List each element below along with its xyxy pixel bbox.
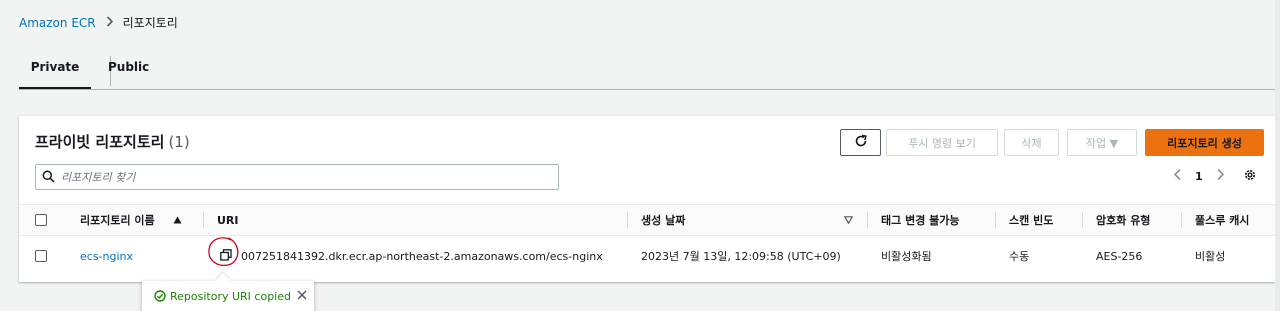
row-checkbox-cell: [35, 236, 47, 276]
tab-bar: Private Public: [19, 50, 1280, 90]
toast-message: Repository URI copied: [170, 289, 291, 303]
page-scrollbar[interactable]: [1275, 0, 1280, 311]
search-box: [35, 164, 559, 190]
column-divider: [203, 212, 204, 228]
tab-private-label: Private: [30, 60, 80, 74]
chevron-right-icon: [106, 15, 114, 30]
column-header-cache[interactable]: 풀스루 캐시: [1181, 205, 1250, 235]
column-header-cache-label: 풀스루 캐시: [1195, 214, 1250, 227]
column-header-created-label: 생성 날짜: [641, 214, 686, 227]
chevron-right-icon[interactable]: [1213, 168, 1229, 185]
refresh-button[interactable]: [840, 129, 881, 156]
breadcrumb: Amazon ECR 리포지토리: [19, 14, 178, 31]
column-header-scan[interactable]: 스캔 빈도: [995, 205, 1054, 235]
sort-desc-icon: [843, 214, 854, 227]
column-header-immutability[interactable]: 태그 변경 불가능: [867, 205, 960, 235]
create-repository-button[interactable]: 리포지토리 생성: [1145, 129, 1264, 156]
copied-toast: Repository URI copied: [142, 272, 314, 311]
tab-bar-border: [19, 89, 1280, 90]
immutability-cell: 비활성화됨: [881, 250, 932, 263]
panel-title-text: 프라이빗 리포지토리: [35, 133, 165, 151]
column-header-created[interactable]: 생성 날짜: [627, 205, 854, 235]
column-header-uri-label: URI: [217, 213, 239, 227]
repositories-panel: 프라이빗 리포지토리 (1) 푸시 명령 보기 삭제 작업 ▼ 리포지토리 생성 …: [19, 115, 1275, 282]
view-push-commands-button[interactable]: 푸시 명령 보기: [886, 129, 998, 156]
chevron-left-icon[interactable]: [1169, 168, 1185, 185]
refresh-icon: [854, 134, 868, 151]
column-header-name[interactable]: 리포지토리 이름: [80, 205, 190, 235]
close-icon[interactable]: [297, 289, 307, 303]
scan-frequency-cell: 수동: [1009, 250, 1030, 263]
column-header-immutability-label: 태그 변경 불가능: [881, 214, 960, 227]
delete-button[interactable]: 삭제: [1004, 129, 1059, 156]
pagination: 1: [1169, 168, 1257, 185]
repository-uri-cell: 007251841392.dkr.ecr.ap-northeast-2.amaz…: [208, 236, 603, 276]
search-icon: [42, 168, 55, 187]
column-divider: [627, 212, 628, 228]
repository-name-link[interactable]: ecs-nginx: [80, 250, 133, 263]
column-divider: [1181, 212, 1182, 228]
actions-dropdown-button[interactable]: 작업 ▼: [1067, 129, 1137, 156]
breadcrumb-amazon-ecr[interactable]: Amazon ECR: [19, 16, 96, 30]
column-header-uri[interactable]: URI: [203, 205, 239, 235]
created-date-cell: 2023년 7월 13일, 12:09:58 (UTC+09): [641, 250, 841, 263]
table-header: 리포지토리 이름 URI 생성 날짜 태그 변경 불가능 스캔 빈도 암호화 유…: [19, 204, 1275, 236]
panel-title: 프라이빗 리포지토리 (1): [35, 131, 190, 152]
column-header-encryption-label: 암호화 유형: [1096, 214, 1151, 227]
select-all-checkbox[interactable]: [35, 214, 47, 226]
current-page[interactable]: 1: [1195, 170, 1203, 183]
column-divider: [995, 212, 996, 228]
table-row[interactable]: ecs-nginx 007251841392.dkr.ecr.ap-northe…: [19, 236, 1275, 276]
repository-name-cell: ecs-nginx: [80, 236, 133, 276]
breadcrumb-current: 리포지토리: [122, 16, 178, 30]
select-all-checkbox-cell: [35, 205, 47, 235]
column-divider: [867, 212, 868, 228]
tab-public-label: Public: [108, 60, 150, 74]
annotation-circle: [208, 237, 239, 267]
gear-icon[interactable]: [1243, 168, 1257, 185]
column-header-encryption[interactable]: 암호화 유형: [1082, 205, 1151, 235]
search-input[interactable]: [61, 166, 558, 188]
repository-uri-text: 007251841392.dkr.ecr.ap-northeast-2.amaz…: [241, 249, 603, 263]
column-divider: [1082, 212, 1083, 228]
copy-uri-button[interactable]: [208, 237, 239, 267]
sort-asc-icon: [173, 214, 182, 227]
row-checkbox[interactable]: [35, 250, 47, 262]
tab-public[interactable]: Public: [108, 50, 149, 90]
repository-count: (1): [168, 133, 190, 151]
column-header-name-label: 리포지토리 이름: [80, 214, 155, 227]
encryption-type-cell: AES-256: [1096, 249, 1143, 263]
check-circle-icon: [154, 290, 166, 302]
column-header-scan-label: 스캔 빈도: [1009, 214, 1054, 227]
pull-through-cache-cell: 비활성: [1195, 250, 1226, 263]
tab-private[interactable]: Private: [19, 50, 91, 90]
